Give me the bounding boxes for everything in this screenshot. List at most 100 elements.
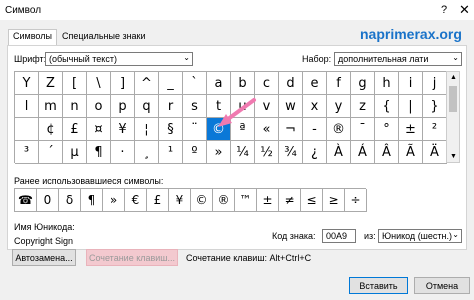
symbol-cell[interactable]: Â xyxy=(375,141,399,164)
recent-symbol-cell[interactable]: ® xyxy=(213,189,235,212)
symbol-cell[interactable]: ¦ xyxy=(135,118,159,141)
symbol-cell[interactable]: n xyxy=(63,95,87,118)
symbol-cell[interactable]: £ xyxy=(63,118,87,141)
symbol-cell[interactable] xyxy=(15,118,39,141)
symbol-cell[interactable]: s xyxy=(183,95,207,118)
recent-symbol-cell[interactable]: 0 xyxy=(37,189,59,212)
symbol-cell[interactable]: ¬ xyxy=(279,118,303,141)
symbol-cell[interactable]: x xyxy=(303,95,327,118)
symbol-cell[interactable]: ¸ xyxy=(135,141,159,164)
symbol-cell[interactable]: Ä xyxy=(423,141,447,164)
symbol-cell[interactable]: ^ xyxy=(135,72,159,95)
subset-select[interactable]: дополнительная лати ⌄ xyxy=(334,52,462,66)
symbol-cell[interactable]: c xyxy=(255,72,279,95)
recent-symbol-cell[interactable]: ≥ xyxy=(323,189,345,212)
recent-symbol-cell[interactable]: » xyxy=(103,189,125,212)
cancel-button[interactable]: Отмена xyxy=(414,277,470,294)
symbol-cell[interactable]: « xyxy=(255,118,279,141)
symbol-cell[interactable]: r xyxy=(159,95,183,118)
font-select[interactable]: (обычный текст) ⌄ xyxy=(45,52,193,66)
symbol-cell[interactable]: | xyxy=(399,95,423,118)
scroll-up-icon[interactable]: ▲ xyxy=(450,74,457,81)
symbol-cell[interactable]: a xyxy=(207,72,231,95)
symbol-cell[interactable]: f xyxy=(327,72,351,95)
symbol-cell[interactable]: i xyxy=(399,72,423,95)
symbol-cell[interactable]: ¯ xyxy=(351,118,375,141)
symbol-cell[interactable]: ® xyxy=(327,118,351,141)
symbol-cell[interactable]: ¼ xyxy=(231,141,255,164)
symbol-cell[interactable]: ¹ xyxy=(159,141,183,164)
insert-button[interactable]: Вставить xyxy=(349,277,408,294)
symbol-cell[interactable]: Z xyxy=(39,72,63,95)
symbol-cell[interactable]: ¢ xyxy=(39,118,63,141)
symbol-cell[interactable]: º xyxy=(183,141,207,164)
symbol-cell[interactable]: ° xyxy=(375,118,399,141)
symbol-cell[interactable]: ¤ xyxy=(87,118,111,141)
symbol-cell[interactable]: \ xyxy=(87,72,111,95)
symbols-scrollbar[interactable]: ▲ ▼ xyxy=(446,71,460,163)
scroll-down-icon[interactable]: ▼ xyxy=(450,153,457,160)
recent-symbol-cell[interactable]: δ xyxy=(59,189,81,212)
symbol-cell[interactable]: À xyxy=(327,141,351,164)
symbol-cell[interactable]: ¶ xyxy=(87,141,111,164)
symbol-cell[interactable]: · xyxy=(111,141,135,164)
symbol-cell[interactable]: e xyxy=(303,72,327,95)
symbol-cell[interactable]: d xyxy=(279,72,303,95)
symbol-cell[interactable]: _ xyxy=(159,72,183,95)
recent-symbol-cell[interactable]: ≠ xyxy=(279,189,301,212)
tab-symbols[interactable]: Символы xyxy=(8,29,57,45)
symbol-cell[interactable]: ´ xyxy=(39,141,63,164)
symbol-cell[interactable]: } xyxy=(423,95,447,118)
recent-symbol-cell[interactable]: ≤ xyxy=(301,189,323,212)
symbol-cell[interactable]: { xyxy=(375,95,399,118)
char-code-input[interactable]: 00A9 xyxy=(322,229,356,243)
symbol-cell[interactable]: ¥ xyxy=(111,118,135,141)
symbol-cell[interactable]: z xyxy=(351,95,375,118)
symbol-cell[interactable]: o xyxy=(87,95,111,118)
recent-symbol-cell[interactable]: € xyxy=(125,189,147,212)
symbol-cell[interactable]: ² xyxy=(423,118,447,141)
symbol-cell[interactable]: ³ xyxy=(15,141,39,164)
symbol-cell[interactable]: m xyxy=(39,95,63,118)
recent-symbol-cell[interactable]: © xyxy=(191,189,213,212)
symbol-cell[interactable]: h xyxy=(375,72,399,95)
close-button[interactable]: ✕ xyxy=(459,2,470,18)
from-select[interactable]: Юникод (шестн.) ⌄ xyxy=(378,229,462,243)
symbol-cell[interactable]: v xyxy=(255,95,279,118)
symbol-cell[interactable]: [ xyxy=(63,72,87,95)
scroll-thumb[interactable] xyxy=(449,86,457,112)
symbol-cell[interactable]: µ xyxy=(63,141,87,164)
recent-symbol-cell[interactable]: ÷ xyxy=(345,189,367,212)
shortcut-key-button[interactable]: Сочетание клавиш... xyxy=(86,249,178,266)
symbol-cell[interactable]: j xyxy=(423,72,447,95)
symbol-cell[interactable]: ` xyxy=(183,72,207,95)
symbol-cell[interactable]: w xyxy=(279,95,303,118)
tab-special-characters[interactable]: Специальные знаки xyxy=(58,30,150,44)
autocorrect-button[interactable]: Автозамена... xyxy=(12,249,76,266)
recent-symbol-cell[interactable]: £ xyxy=(147,189,169,212)
recent-symbol-cell[interactable]: ™ xyxy=(235,189,257,212)
symbol-cell[interactable]: b xyxy=(231,72,255,95)
symbol-cell[interactable]: l xyxy=(15,95,39,118)
symbol-cell[interactable]: q xyxy=(135,95,159,118)
symbol-cell[interactable]: » xyxy=(207,141,231,164)
symbol-cell[interactable]: ] xyxy=(111,72,135,95)
symbol-cell[interactable]: y xyxy=(327,95,351,118)
recent-symbol-cell[interactable]: ☎ xyxy=(15,189,37,212)
symbol-cell[interactable]: § xyxy=(159,118,183,141)
symbol-cell[interactable]: p xyxy=(111,95,135,118)
symbol-cell[interactable]: Y xyxy=(15,72,39,95)
recent-symbol-cell[interactable]: ¶ xyxy=(81,189,103,212)
recent-symbol-cell[interactable]: ± xyxy=(257,189,279,212)
symbol-cell[interactable]: ½ xyxy=(255,141,279,164)
symbol-cell[interactable]: ¿ xyxy=(303,141,327,164)
symbol-cell[interactable]: Ã xyxy=(399,141,423,164)
symbol-cell[interactable]: ± xyxy=(399,118,423,141)
symbol-cell[interactable]: Á xyxy=(351,141,375,164)
symbol-cell[interactable]: - xyxy=(303,118,327,141)
recent-symbol-cell[interactable]: ¥ xyxy=(169,189,191,212)
help-button[interactable]: ? xyxy=(441,4,447,16)
symbol-cell[interactable]: ¾ xyxy=(279,141,303,164)
symbol-cell[interactable]: ¨ xyxy=(183,118,207,141)
symbol-cell[interactable]: g xyxy=(351,72,375,95)
